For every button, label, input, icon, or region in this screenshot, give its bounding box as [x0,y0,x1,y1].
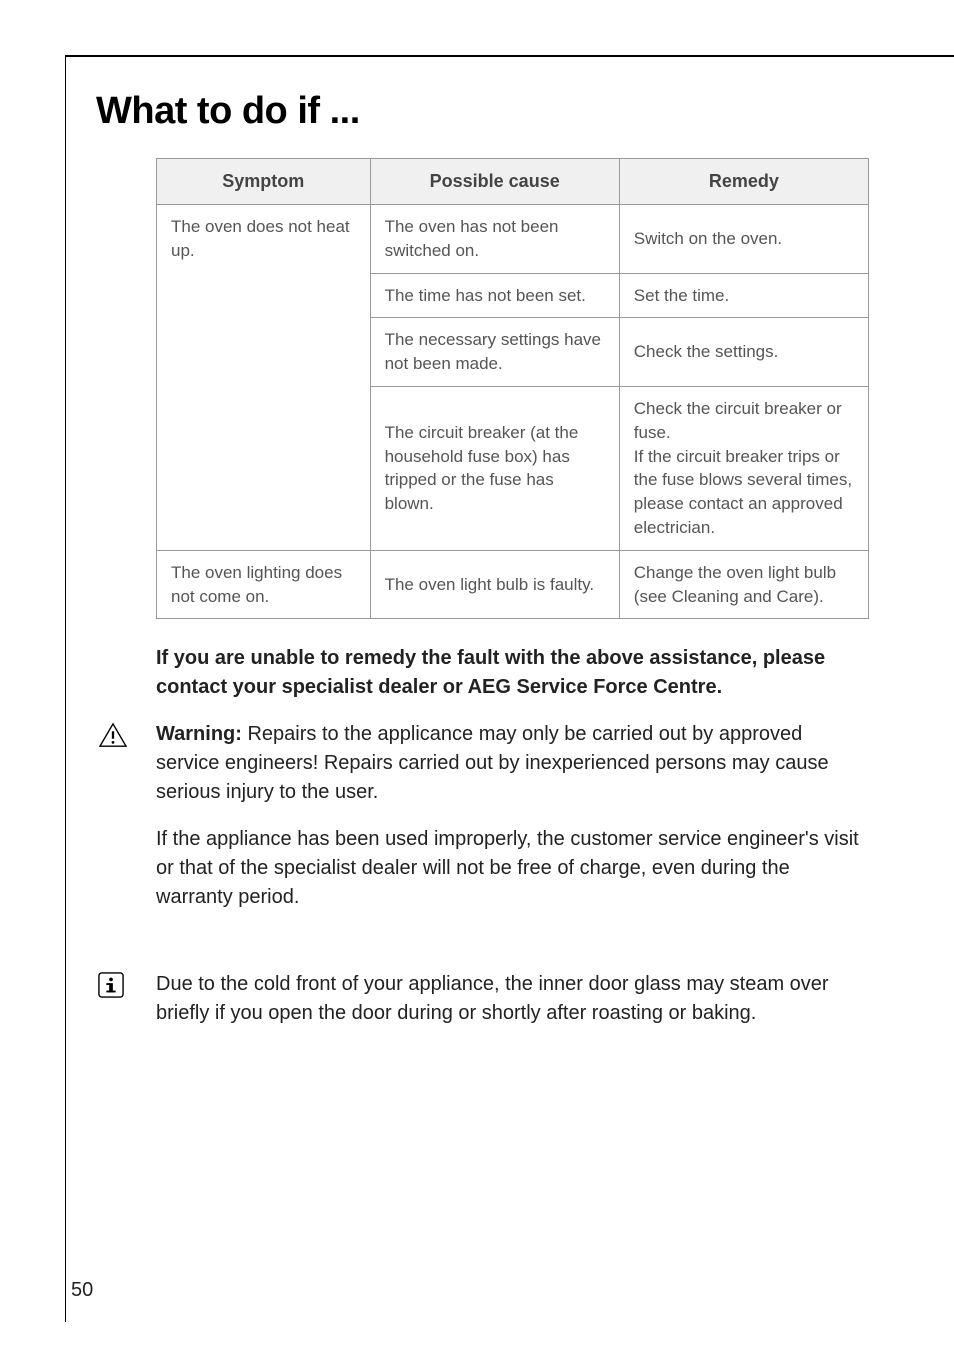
paragraph-block: Warning: Repairs to the applicance may o… [156,720,869,807]
cell-remedy: Check the circuit breaker or fuse. If th… [619,386,868,550]
header-remedy: Remedy [619,159,868,205]
cell-cause: The time has not been set. [370,273,619,318]
unable-remedy-text: If you are unable to remedy the fault wi… [156,644,869,702]
warning-body: Repairs to the applicance may only be ca… [156,723,829,803]
cell-remedy: Check the settings. [619,318,868,387]
cell-symptom: The oven lighting does not come on. [157,550,371,619]
improper-use-text: If the appliance has been used improperl… [156,825,869,912]
paragraph-block: If you are unable to remedy the fault wi… [156,644,869,702]
info-icon [98,972,128,1002]
cell-remedy: Set the time. [619,273,868,318]
spacer [156,930,869,970]
cold-front-text: Due to the cold front of your appliance,… [156,970,869,1028]
troubleshooting-table: Symptom Possible cause Remedy The oven d… [156,158,869,619]
page-frame: What to do if ... Symptom Possible cause… [65,55,889,1322]
page-number: 50 [71,1279,93,1302]
cell-cause: The oven has not been switched on. [370,205,619,274]
cell-cause: The circuit breaker (at the household fu… [370,386,619,550]
content-area: Symptom Possible cause Remedy The oven d… [66,158,889,1028]
cell-remedy: Change the oven light bulb (see Cleaning… [619,550,868,619]
cell-remedy: Switch on the oven. [619,205,868,274]
table-row: The oven lighting does not come on. The … [157,550,869,619]
page-heading: What to do if ... [66,55,889,158]
paragraph-block: If the appliance has been used improperl… [156,825,869,912]
top-border-line [66,55,954,57]
paragraph-block: Due to the cold front of your appliance,… [156,970,869,1028]
header-symptom: Symptom [157,159,371,205]
cell-cause: The oven light bulb is faulty. [370,550,619,619]
table-header-row: Symptom Possible cause Remedy [157,159,869,205]
cell-cause: The necessary settings have not been mad… [370,318,619,387]
table-row: The oven does not heat up. The oven has … [157,205,869,274]
warning-label: Warning: [156,723,247,745]
cell-symptom: The oven does not heat up. [157,205,371,551]
info-box-icon [98,972,124,998]
warning-triangle-icon [98,722,128,748]
header-cause: Possible cause [370,159,619,205]
warning-icon [98,722,128,752]
warning-paragraph: Warning: Repairs to the applicance may o… [156,720,869,807]
